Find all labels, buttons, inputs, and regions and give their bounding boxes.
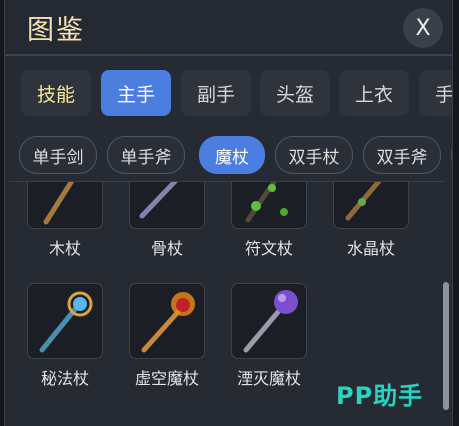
- item-card[interactable]: 符文杖: [231, 182, 307, 259]
- close-icon: X: [415, 15, 431, 41]
- item-card[interactable]: 湮灭魔杖: [231, 283, 307, 389]
- rune-staff-icon: [231, 182, 307, 229]
- wooden-staff-icon: [27, 182, 103, 229]
- item-card[interactable]: 虚空魔杖: [129, 283, 205, 389]
- subtab-overflow[interactable]: [451, 136, 452, 174]
- tab-gloves[interactable]: 手套: [419, 70, 452, 116]
- item-card[interactable]: 木杖: [27, 182, 103, 259]
- annihilation-wand-icon: [231, 283, 307, 359]
- item-card[interactable]: 骨杖: [129, 182, 205, 259]
- void-wand-icon: [129, 283, 205, 359]
- tab-helmet[interactable]: 头盔: [260, 70, 330, 116]
- crystal-staff-icon: [333, 182, 409, 229]
- subtab-one-hand-sword[interactable]: 单手剑: [19, 136, 97, 174]
- bone-staff-icon: [129, 182, 205, 229]
- tab-armor[interactable]: 上衣: [339, 70, 409, 116]
- subtab-two-hand-axe[interactable]: 双手斧: [363, 136, 441, 174]
- watermark-logo: PP助手: [336, 382, 424, 410]
- panel-header: 图鉴 X: [5, 0, 452, 56]
- item-name: 秘法杖: [40, 369, 89, 388]
- tab-main-hand[interactable]: 主手: [101, 70, 171, 116]
- item-name: 虚空魔杖: [134, 369, 199, 388]
- tab-skills[interactable]: 技能: [21, 70, 91, 116]
- weapon-subtabs: 单手剑 单手斧 魔杖 双手杖 双手斧: [19, 136, 452, 176]
- arcane-staff-icon: [27, 283, 103, 359]
- scrollbar[interactable]: [443, 282, 449, 410]
- subtab-wand[interactable]: 魔杖: [199, 136, 265, 174]
- codex-panel: 图鉴 X 技能 主手 副手 头盔 上衣 手套 单手剑 单手斧 魔杖 双手杖 双手…: [4, 0, 453, 426]
- close-button[interactable]: X: [403, 8, 443, 48]
- item-name: 木杖: [48, 239, 81, 258]
- item-card[interactable]: 水晶杖: [333, 182, 409, 259]
- item-name: 湮灭魔杖: [236, 369, 301, 388]
- tab-off-hand[interactable]: 副手: [181, 70, 251, 116]
- subtab-one-hand-axe[interactable]: 单手斧: [107, 136, 185, 174]
- category-tabs: 技能 主手 副手 头盔 上衣 手套: [21, 70, 452, 118]
- item-name: 水晶杖: [346, 239, 395, 258]
- item-name: 符文杖: [244, 239, 293, 258]
- panel-title: 图鉴: [27, 15, 85, 46]
- item-name: 骨杖: [150, 239, 183, 258]
- subtab-two-hand-staff[interactable]: 双手杖: [275, 136, 353, 174]
- item-card[interactable]: 秘法杖: [27, 283, 103, 389]
